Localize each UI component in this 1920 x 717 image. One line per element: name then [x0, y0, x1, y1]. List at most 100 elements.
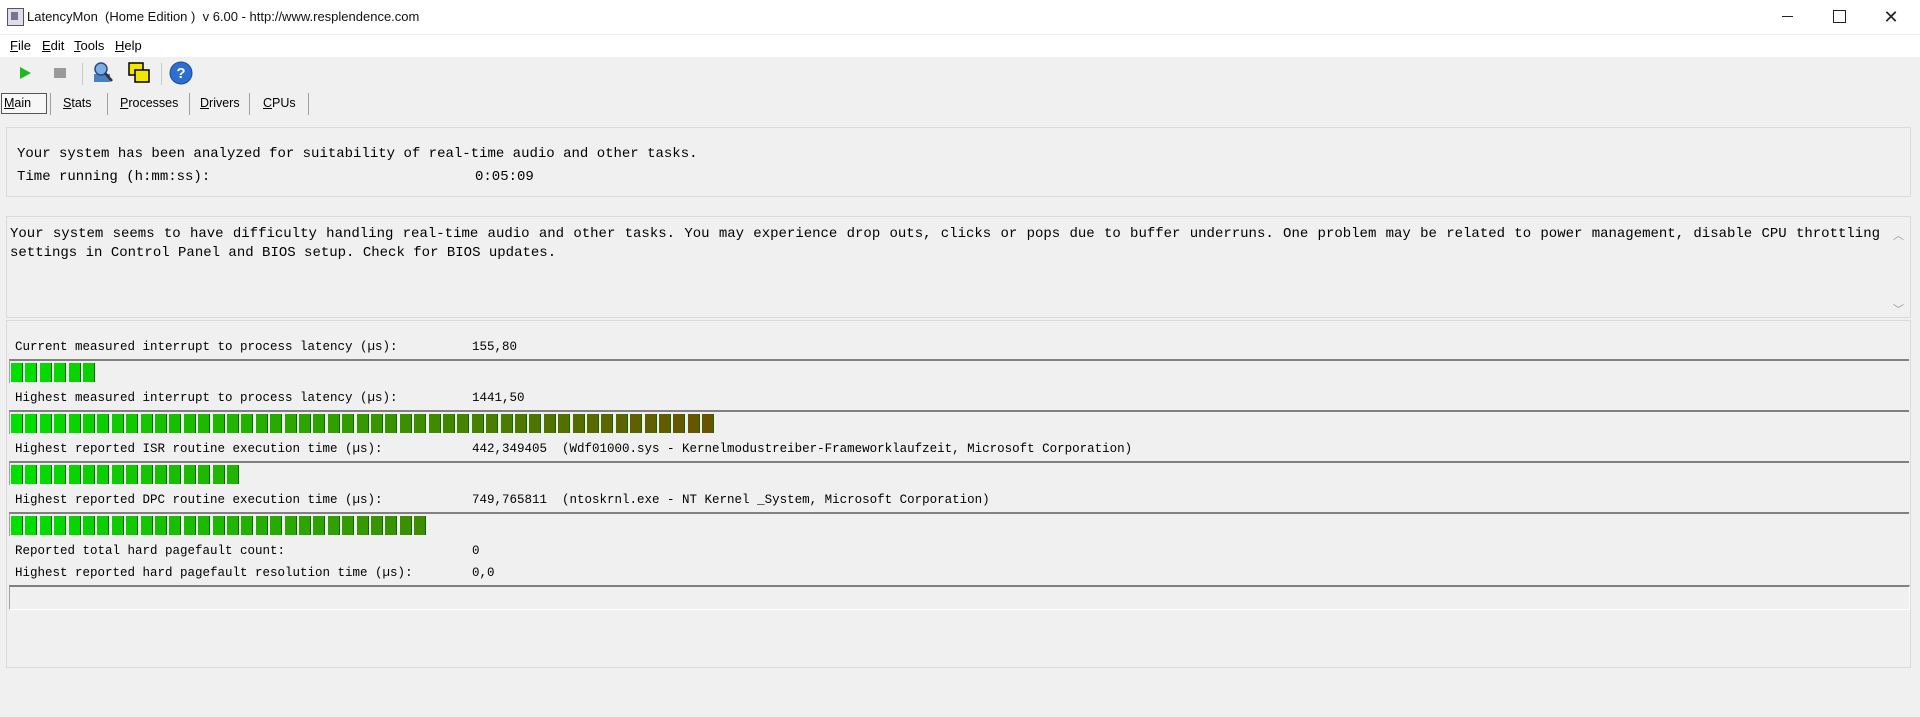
- maximize-button[interactable]: [1816, 0, 1862, 34]
- menu-file[interactable]: File: [10, 38, 31, 53]
- bar-segment: [299, 516, 311, 535]
- bar-segment: [97, 465, 110, 484]
- metric-label: Highest reported hard pagefault resoluti…: [15, 566, 413, 580]
- bar-segment: [486, 414, 499, 433]
- help-button[interactable]: ?: [168, 60, 194, 86]
- minimize-icon: [1781, 16, 1793, 18]
- tab-separator: [107, 93, 108, 115]
- scroll-up-icon[interactable]: ︿: [1893, 227, 1904, 243]
- tab-strip: Main Stats Processes Drivers CPUs: [0, 91, 1920, 116]
- bar-segment: [83, 465, 95, 484]
- minimize-button[interactable]: [1764, 0, 1810, 34]
- app-icon: [7, 8, 24, 26]
- bar-segment: [68, 465, 81, 484]
- latency-bar: [9, 461, 1909, 485]
- bar-segment: [687, 414, 700, 433]
- bar-segment: [83, 516, 95, 535]
- bar-segment: [227, 516, 239, 535]
- bar-segment: [25, 414, 38, 433]
- bar-segment: [68, 414, 81, 433]
- bar-segment: [385, 516, 398, 535]
- bar-segment: [140, 414, 153, 433]
- bar-segment: [255, 414, 268, 433]
- bar-segment: [25, 516, 38, 535]
- metric-value: 0,0: [472, 566, 495, 580]
- bar-segment: [659, 414, 671, 433]
- menu-help[interactable]: Help: [115, 38, 142, 53]
- maximize-icon: [1832, 10, 1846, 24]
- tab-main[interactable]: Main: [1, 93, 47, 114]
- bar-segment: [68, 516, 81, 535]
- bar-segment: [543, 414, 556, 433]
- conclusion-text: Your system seems to have difficulty han…: [10, 226, 1880, 261]
- bar-segment: [371, 414, 383, 433]
- stop-button[interactable]: [47, 60, 73, 86]
- bar-segment: [399, 414, 412, 433]
- bar-segment: [414, 516, 427, 535]
- bar-segment: [169, 414, 182, 433]
- toolbar: ?: [0, 57, 1920, 89]
- bar-segment: [140, 465, 153, 484]
- bar-segment: [126, 516, 139, 535]
- tab-separator: [249, 93, 250, 115]
- windows-button[interactable]: [126, 60, 152, 86]
- help-icon: ?: [169, 61, 193, 85]
- bar-segment: [11, 363, 23, 382]
- bar-segment: [54, 414, 67, 433]
- analyze-button[interactable]: [90, 60, 116, 86]
- bar-segment: [155, 465, 167, 484]
- metric-value: 749,765811 (ntoskrnl.exe - NT Kernel _Sy…: [472, 493, 990, 507]
- bar-segment: [399, 516, 412, 535]
- bar-segment: [572, 414, 585, 433]
- play-icon: [20, 67, 31, 79]
- menu-tools[interactable]: Tools: [74, 38, 104, 53]
- tab-cpus[interactable]: CPUs: [261, 93, 298, 113]
- bar-segment: [39, 363, 52, 382]
- windows-icon: [128, 62, 150, 83]
- bar-segment: [212, 516, 225, 535]
- tab-drivers[interactable]: Drivers: [198, 93, 242, 113]
- start-button[interactable]: [12, 60, 38, 86]
- bar-segment: [140, 516, 153, 535]
- latency-bar: [9, 410, 1909, 434]
- bar-segment: [457, 414, 470, 433]
- latency-bar: [9, 585, 1910, 610]
- bar-segment: [255, 516, 268, 535]
- measurements-panel: Current measured interrupt to process la…: [6, 320, 1911, 668]
- bar-segment: [126, 414, 139, 433]
- bar-segment: [327, 414, 340, 433]
- bar-segment: [155, 414, 167, 433]
- bar-segment: [284, 516, 297, 535]
- menu-bar: File Edit Tools Help: [0, 34, 1920, 57]
- close-icon: ✕: [1883, 7, 1899, 27]
- scroll-down-icon[interactable]: ﹀: [1893, 301, 1904, 317]
- menu-edit[interactable]: Edit: [42, 38, 64, 53]
- metric-value: 442,349405 (Wdf01000.sys - Kernelmodustr…: [472, 442, 1133, 456]
- bar-segment: [313, 414, 326, 433]
- latency-bar: [9, 512, 1909, 536]
- bar-segment: [39, 414, 52, 433]
- tab-separator: [50, 93, 51, 115]
- close-button[interactable]: ✕: [1868, 0, 1914, 34]
- bar-segment: [39, 516, 52, 535]
- conclusion-panel[interactable]: Your system seems to have difficulty han…: [6, 216, 1911, 318]
- metric-detail: (ntoskrnl.exe - NT Kernel _System, Micro…: [562, 493, 990, 507]
- bar-segment: [83, 414, 95, 433]
- bar-segment: [500, 414, 513, 433]
- bar-segment: [54, 363, 67, 382]
- bar-segment: [39, 465, 52, 484]
- toolbar-separator: [161, 63, 162, 85]
- bar-segment: [702, 414, 715, 433]
- bar-segment: [11, 516, 23, 535]
- analyze-icon: [94, 62, 113, 82]
- time-running-value: 0:05:09: [475, 169, 534, 185]
- bar-segment: [83, 363, 95, 382]
- bar-segment: [270, 516, 283, 535]
- title-bar: LatencyMon (Home Edition ) v 6.00 - http…: [0, 0, 1920, 34]
- bar-segment: [529, 414, 542, 433]
- bar-segment: [241, 414, 254, 433]
- tab-processes[interactable]: Processes: [118, 93, 180, 113]
- bar-segment: [371, 516, 383, 535]
- bar-segment: [11, 465, 23, 484]
- tab-stats[interactable]: Stats: [61, 93, 94, 113]
